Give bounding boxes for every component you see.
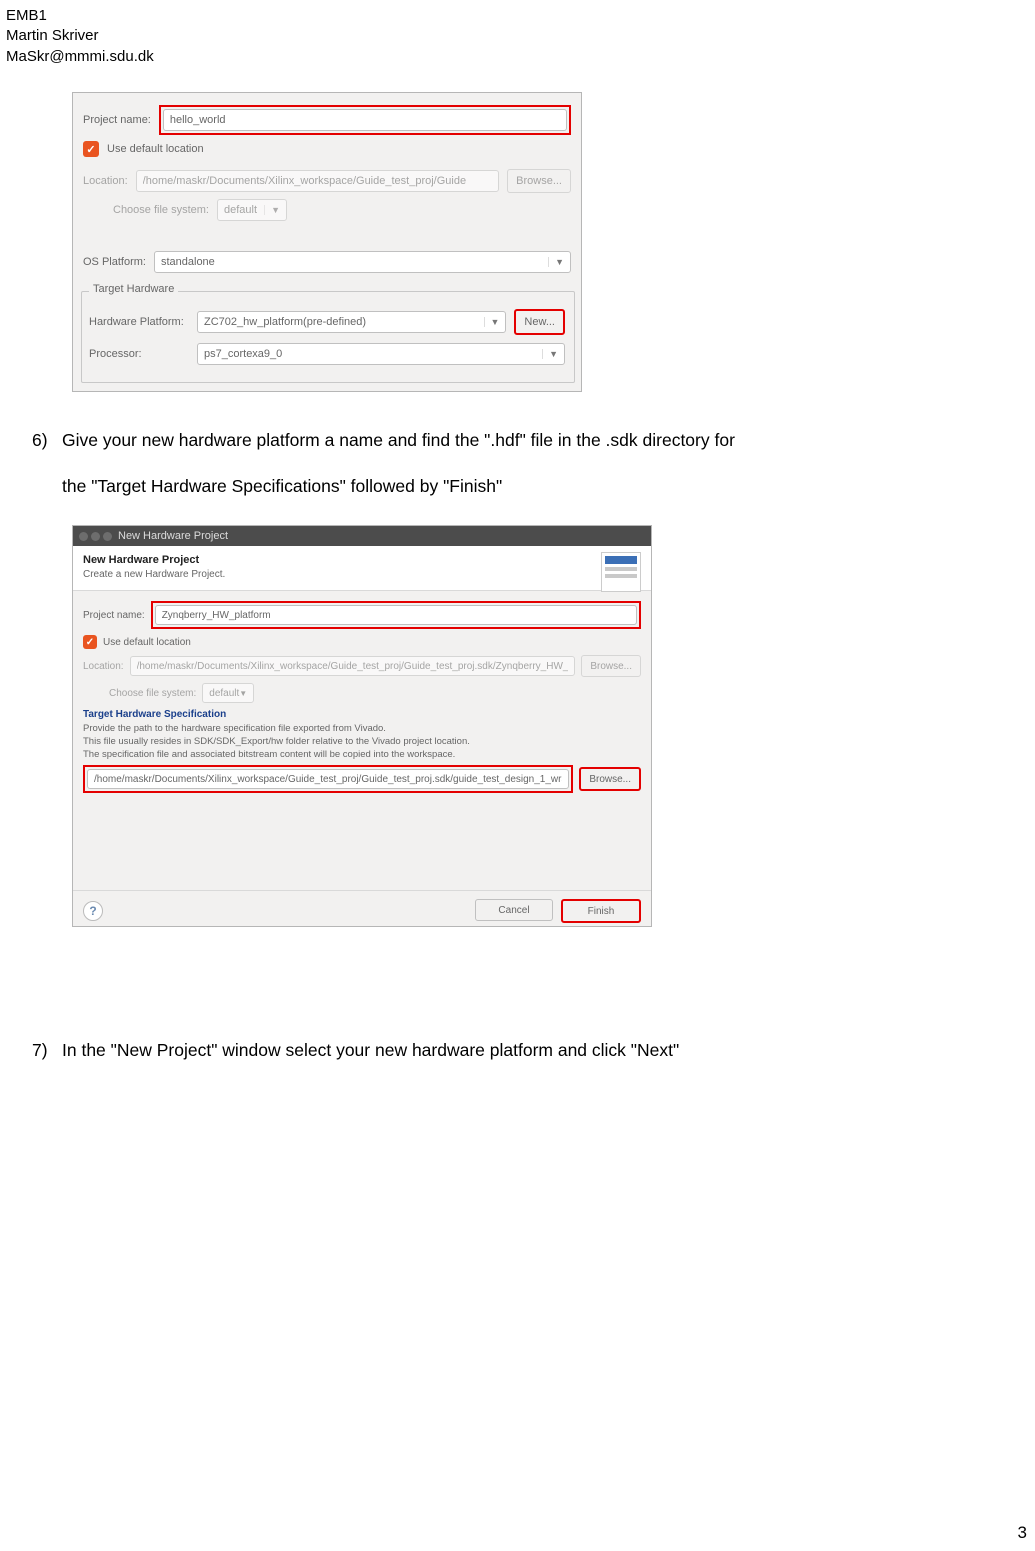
window-control-icon[interactable] <box>79 532 88 541</box>
step-7-line1: In the "New Project" window select your … <box>62 1040 679 1060</box>
target-hw-spec-desc3: The specification file and associated bi… <box>83 749 641 762</box>
choose-fs-label: Choose file system: <box>109 688 196 699</box>
step-6: 6)Give your new hardware platform a name… <box>32 418 1002 509</box>
step-6-number: 6) <box>32 418 62 464</box>
chevron-down-icon: ▼ <box>484 317 500 327</box>
processor-value: ps7_cortexa9_0 <box>204 348 282 360</box>
window-controls[interactable] <box>79 532 112 541</box>
project-name-label: Project name: <box>83 114 151 126</box>
help-icon[interactable]: ? <box>83 901 103 921</box>
project-name-label: Project name: <box>83 610 145 621</box>
project-name-input[interactable] <box>163 109 567 131</box>
step-6-line2: the "Target Hardware Specifications" fol… <box>32 464 502 510</box>
new-project-dialog-fragment: Project name: ✓ Use default location Loc… <box>72 92 582 392</box>
window-control-icon[interactable] <box>91 532 100 541</box>
hw-platform-new-button[interactable]: New... <box>514 309 565 335</box>
step-7: 7)In the "New Project" window select you… <box>32 1028 1002 1074</box>
banner-icon <box>601 552 641 592</box>
page-number: 3 <box>1018 1523 1027 1543</box>
use-default-location-checkbox[interactable]: ✓ <box>83 141 99 157</box>
header-line3: MaSkr@mmmi.sdu.dk <box>6 47 154 67</box>
chevron-down-icon: ▼ <box>542 349 558 359</box>
project-name-field-highlight <box>159 105 571 135</box>
target-hardware-legend: Target Hardware <box>89 283 178 295</box>
hdf-browse-button[interactable]: Browse... <box>579 767 641 791</box>
choose-fs-select: default ▼ <box>202 683 254 703</box>
location-input <box>136 170 499 192</box>
finish-button[interactable]: Finish <box>561 899 641 923</box>
location-browse-button: Browse... <box>507 169 571 193</box>
new-hardware-project-dialog: New Hardware Project New Hardware Projec… <box>72 525 652 927</box>
doc-header: EMB1 Martin Skriver MaSkr@mmmi.sdu.dk <box>6 6 154 67</box>
dialog-banner: New Hardware Project Create a new Hardwa… <box>73 546 651 591</box>
banner-subtitle: Create a new Hardware Project. <box>83 569 641 580</box>
location-input <box>130 656 576 676</box>
choose-fs-value: default <box>224 204 257 216</box>
target-hw-spec-desc2: This file usually resides in SDK/SDK_Exp… <box>83 736 641 749</box>
hw-platform-value: ZC702_hw_platform(pre-defined) <box>204 316 366 328</box>
use-default-location-label: Use default location <box>103 637 191 648</box>
project-name-input[interactable] <box>155 605 637 625</box>
processor-select[interactable]: ps7_cortexa9_0 ▼ <box>197 343 565 365</box>
hw-platform-select[interactable]: ZC702_hw_platform(pre-defined) ▼ <box>197 311 506 333</box>
use-default-location-checkbox[interactable]: ✓ <box>83 635 97 649</box>
location-browse-button: Browse... <box>581 655 641 677</box>
chevron-down-icon: ▼ <box>548 257 564 267</box>
hdf-path-input[interactable] <box>87 769 569 789</box>
os-platform-label: OS Platform: <box>83 256 146 268</box>
hdf-path-field-highlight <box>83 765 573 793</box>
window-control-icon[interactable] <box>103 532 112 541</box>
hw-platform-label: Hardware Platform: <box>89 316 189 328</box>
project-name-field-highlight <box>151 601 641 629</box>
os-platform-value: standalone <box>161 256 215 268</box>
chevron-down-icon: ▼ <box>264 205 280 215</box>
window-title: New Hardware Project <box>118 530 228 542</box>
chevron-down-icon: ▼ <box>239 689 247 698</box>
use-default-location-label: Use default location <box>107 143 204 155</box>
choose-fs-select: default ▼ <box>217 199 287 221</box>
processor-label: Processor: <box>89 348 189 360</box>
target-hw-spec-title: Target Hardware Specification <box>83 709 641 720</box>
os-platform-select[interactable]: standalone ▼ <box>154 251 571 273</box>
choose-fs-label: Choose file system: <box>113 204 209 216</box>
target-hw-spec-desc1: Provide the path to the hardware specifi… <box>83 723 641 736</box>
step-7-number: 7) <box>32 1028 62 1074</box>
titlebar: New Hardware Project <box>73 526 651 546</box>
cancel-button[interactable]: Cancel <box>475 899 553 921</box>
header-line2: Martin Skriver <box>6 26 154 46</box>
choose-fs-value: default <box>209 688 239 699</box>
step-6-line1: Give your new hardware platform a name a… <box>62 430 735 450</box>
location-label: Location: <box>83 175 128 187</box>
banner-title: New Hardware Project <box>83 554 641 566</box>
header-line1: EMB1 <box>6 6 154 26</box>
location-label: Location: <box>83 661 124 672</box>
